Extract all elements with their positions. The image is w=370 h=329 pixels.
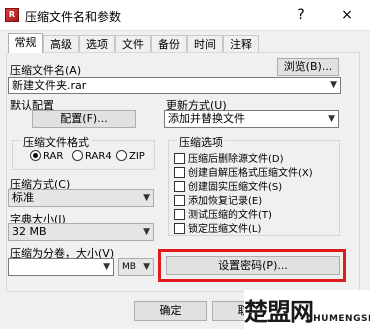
tab-backup[interactable]: 备份 — [151, 35, 187, 52]
checkbox-lock-archive[interactable]: 锁定压缩文件(L) — [174, 220, 262, 235]
radio-unselected-icon — [72, 150, 83, 161]
profiles-button[interactable]: 配置(F)... — [32, 110, 136, 128]
compression-method-value: 标准 — [12, 191, 34, 204]
checkbox-icon — [174, 195, 185, 206]
update-mode-value: 添加并替换文件 — [168, 112, 245, 125]
split-volume-unit: MB — [122, 262, 136, 272]
checkbox-delete-after[interactable]: 压缩后删除源文件(D) — [174, 150, 284, 165]
radio-selected-icon — [30, 150, 41, 161]
watermark-logo: 楚盟网 — [244, 298, 314, 326]
checkbox-recovery-record[interactable]: 添加恢复记录(E) — [174, 192, 262, 207]
archive-format-label: 压缩文件格式 — [21, 134, 91, 150]
chevron-down-icon: ▼ — [143, 262, 150, 272]
checkbox-icon — [174, 209, 185, 220]
checkbox-icon — [174, 181, 185, 192]
chevron-down-icon: ▼ — [103, 262, 110, 272]
checkbox-test-files[interactable]: 测试压缩的文件(T) — [174, 206, 272, 221]
dictionary-size-select[interactable]: 32 MB ▼ — [8, 223, 154, 241]
checkbox-icon — [174, 223, 185, 234]
ok-button[interactable]: 确定 — [134, 301, 207, 321]
watermark-text: CHUMENGSI — [306, 314, 370, 324]
split-volume-size-input[interactable]: ▼ — [8, 258, 114, 276]
checkbox-solid[interactable]: 创建固实压缩文件(S) — [174, 178, 282, 193]
chevron-down-icon: ▼ — [328, 114, 335, 124]
archive-dialog: R 压缩文件名和参数 ? × 常规 高级 选项 文件 备份 时间 注释 压缩文件… — [0, 0, 370, 329]
tab-general[interactable]: 常规 — [8, 33, 43, 53]
browse-button[interactable]: 浏览(B)... — [277, 58, 339, 76]
checkbox-lock-archive-label: 锁定压缩文件(L) — [188, 224, 262, 235]
split-volume-unit-select[interactable]: MB ▼ — [118, 258, 154, 276]
chevron-down-icon: ▼ — [143, 227, 150, 237]
tab-comment[interactable]: 注释 — [223, 35, 259, 52]
checkbox-sfx[interactable]: 创建自解压格式压缩文件(X) — [174, 164, 313, 179]
close-button[interactable]: × — [324, 0, 370, 30]
winrar-app-icon: R — [5, 8, 19, 22]
tab-files[interactable]: 文件 — [115, 35, 151, 52]
window-title: 压缩文件名和参数 — [25, 10, 122, 24]
tab-advanced[interactable]: 高级 — [43, 35, 79, 52]
tab-options[interactable]: 选项 — [79, 35, 115, 52]
chevron-down-icon: ▼ — [143, 193, 150, 203]
archive-name-field[interactable]: 新建文件夹.rar ▼ — [8, 77, 341, 94]
update-mode-select[interactable]: 添加并替换文件 ▼ — [164, 110, 339, 128]
archiving-options-label: 压缩选项 — [177, 134, 225, 150]
checkbox-icon — [174, 167, 185, 178]
title-bar: R 压缩文件名和参数 ? × — [0, 0, 370, 31]
radio-rar[interactable]: RAR — [30, 150, 63, 164]
checkbox-icon — [174, 153, 185, 164]
radio-unselected-icon — [116, 150, 127, 161]
chevron-down-icon[interactable]: ▼ — [330, 78, 337, 93]
archive-name-value: 新建文件夹.rar — [12, 79, 87, 92]
radio-rar4[interactable]: RAR4 — [72, 150, 112, 164]
help-button[interactable]: ? — [278, 0, 324, 30]
watermark: 楚盟网 CHUMENGSI — [244, 290, 370, 329]
tab-time[interactable]: 时间 — [187, 35, 223, 52]
compression-method-select[interactable]: 标准 ▼ — [8, 189, 154, 207]
highlight-box — [158, 249, 346, 282]
radio-rar-label: RAR — [43, 151, 64, 162]
archive-name-label: 压缩文件名(A) — [10, 64, 82, 77]
radio-rar4-label: RAR4 — [85, 151, 112, 162]
dictionary-size-value: 32 MB — [12, 225, 47, 238]
radio-zip[interactable]: ZIP — [116, 150, 145, 164]
radio-zip-label: ZIP — [129, 151, 145, 162]
